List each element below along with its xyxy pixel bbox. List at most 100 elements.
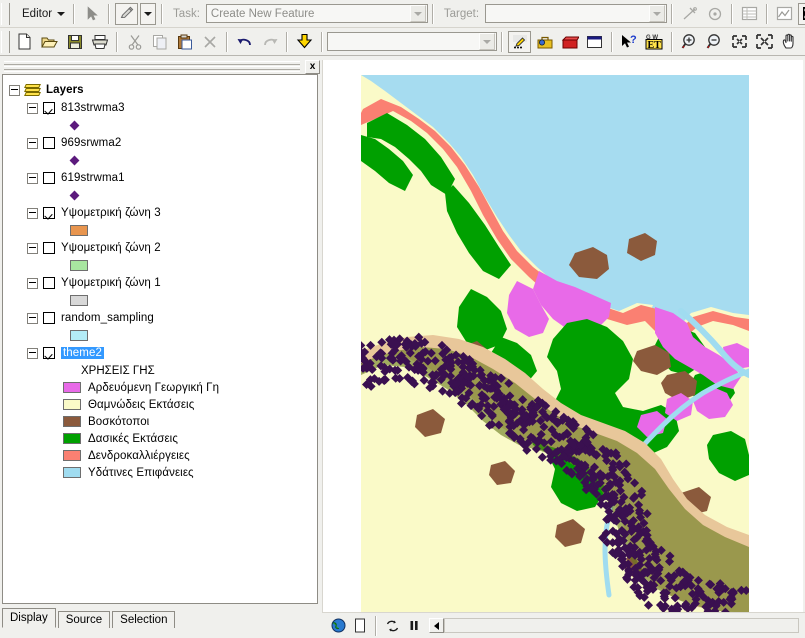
sidebar-item-random-sampling[interactable]: random_sampling — [9, 309, 317, 327]
sidebar-item-619strwma1[interactable]: 619strwma1 — [9, 169, 317, 187]
sidebar-item-zone3[interactable]: Υψομετρική ζώνη 3 — [9, 204, 317, 222]
add-data-icon — [296, 33, 313, 49]
editor-toolbar: Editor Task: Create New Feature Target: — [0, 0, 805, 28]
legend-class-shrub[interactable]: Θαμνώδεις Εκτάσεις — [9, 396, 317, 413]
copy-button[interactable] — [148, 31, 171, 53]
map-scale-combobox[interactable] — [327, 32, 497, 51]
map-canvas[interactable] — [361, 75, 749, 613]
collapse-icon[interactable] — [27, 242, 38, 254]
collapse-icon[interactable] — [9, 84, 20, 96]
fixed-zoom-out-button[interactable] — [753, 31, 776, 53]
map-view-panel[interactable] — [322, 60, 803, 613]
polygon-symbol-icon — [70, 260, 88, 271]
print-button[interactable] — [88, 31, 111, 53]
fixed-zoom-in-button[interactable] — [728, 31, 751, 53]
layer-visibility-checkbox[interactable] — [43, 102, 55, 114]
sidebar-item-zone1[interactable]: Υψομετρική ζώνη 1 — [9, 274, 317, 292]
tab-source[interactable]: Source — [57, 611, 111, 628]
save-document-button[interactable] — [63, 31, 86, 53]
legend-class-orchard[interactable]: Δενδροκαλλιέργειες — [9, 447, 317, 464]
collapse-icon[interactable] — [27, 102, 38, 114]
collapse-icon[interactable] — [27, 137, 38, 149]
svg-text:ET: ET — [647, 40, 661, 50]
horizontal-scrollbar[interactable] — [444, 618, 799, 633]
pencil-icon — [120, 6, 134, 19]
pointer-arrow-button[interactable] — [80, 3, 103, 25]
scroll-left-button[interactable] — [429, 618, 444, 633]
layer-symbol-zone3 — [9, 222, 317, 239]
sidebar-item-813strwma3[interactable]: 813strwma3 — [9, 99, 317, 117]
whats-this-help-button[interactable]: ? — [618, 31, 641, 53]
map-scale-arrow[interactable] — [479, 33, 495, 50]
sidebar-item-zone2[interactable]: Υψομετρική ζώνη 2 — [9, 239, 317, 257]
toolbar-grip[interactable] — [1, 2, 10, 25]
model-builder-button[interactable] — [558, 31, 581, 53]
toc-tree[interactable]: Layers 813strwma3 969srwma2 619strwma1 Υ… — [2, 74, 318, 604]
layer-label: Υψομετρική ζώνη 3 — [61, 207, 161, 219]
zoom-in-icon — [681, 34, 695, 49]
sidebar-item-969srwma2[interactable]: 969srwma2 — [9, 134, 317, 152]
toolbar-grip[interactable] — [1, 30, 10, 53]
tab-display[interactable]: Display — [2, 608, 56, 628]
pan-button[interactable] — [778, 31, 801, 53]
legend-class-water[interactable]: Υδάτινες Επιφάνειες — [9, 464, 317, 481]
sketch-properties-button[interactable] — [773, 3, 796, 25]
attributes-table-button[interactable] — [738, 3, 761, 25]
toc-titlebar[interactable]: x — [2, 60, 320, 75]
task-combobox-arrow[interactable] — [409, 5, 426, 22]
collapse-icon[interactable] — [27, 277, 38, 289]
collapse-icon[interactable] — [27, 312, 38, 324]
zoom-out-button[interactable] — [703, 31, 726, 53]
layer-visibility-checkbox[interactable] — [43, 277, 55, 289]
rotate-tool-button[interactable] — [703, 3, 726, 25]
refresh-view-button[interactable] — [382, 617, 402, 635]
sketch-properties-icon — [776, 6, 793, 21]
new-document-button[interactable] — [13, 31, 36, 53]
sidebar-item-theme2[interactable]: theme2 — [9, 344, 317, 362]
collapse-icon[interactable] — [27, 207, 38, 219]
collapse-icon[interactable] — [27, 172, 38, 184]
pan-hand-icon — [782, 33, 794, 49]
sketch-tool-dropdown[interactable] — [140, 2, 157, 25]
layer-visibility-checkbox[interactable] — [43, 172, 55, 184]
et-geowizards-button[interactable]: G W ET — [643, 31, 666, 53]
toc-root-layers[interactable]: Layers — [9, 81, 317, 99]
target-combobox-arrow[interactable] — [649, 5, 666, 22]
cut-button[interactable] — [123, 31, 146, 53]
zoom-in-button[interactable] — [678, 31, 701, 53]
toolbox-button[interactable] — [533, 31, 556, 53]
undo-button[interactable] — [233, 31, 256, 53]
close-icon[interactable]: x — [305, 60, 320, 74]
open-document-button[interactable] — [38, 31, 61, 53]
collapse-icon[interactable] — [27, 347, 38, 359]
sketch-tool-button[interactable] — [115, 2, 139, 25]
layer-visibility-checkbox[interactable] — [43, 207, 55, 219]
layout-view-button[interactable] — [350, 617, 370, 635]
editor-menu-button[interactable]: Editor — [13, 3, 68, 25]
layer-visibility-checkbox[interactable] — [43, 242, 55, 254]
paste-button[interactable] — [173, 31, 196, 53]
polygon-symbol-icon — [63, 433, 81, 444]
edit-sketch-grid-button[interactable] — [798, 2, 805, 25]
pause-drawing-button[interactable] — [404, 617, 424, 635]
legend-class-forest[interactable]: Δασικές Εκτάσεις — [9, 430, 317, 447]
editor-toolbar-toggle[interactable] — [508, 30, 531, 53]
legend-class-pasture[interactable]: Βοσκότοποι — [9, 413, 317, 430]
legend-class-label: Υδάτινες Επιφάνειες — [88, 466, 194, 479]
layer-visibility-checkbox[interactable] — [43, 347, 55, 359]
toc-grip[interactable] — [4, 61, 300, 75]
tab-selection[interactable]: Selection — [112, 611, 176, 628]
layer-visibility-checkbox[interactable] — [43, 312, 55, 324]
data-view-button[interactable] — [328, 617, 348, 635]
add-data-button[interactable] — [293, 31, 316, 53]
task-combobox[interactable]: Create New Feature — [205, 4, 428, 23]
command-window-button[interactable] — [583, 31, 606, 53]
target-combobox[interactable] — [485, 4, 668, 23]
split-tool-button[interactable] — [678, 3, 701, 25]
legend-heading: ΧΡΗΣΕΙΣ ΓΗΣ — [81, 364, 155, 377]
redo-button[interactable] — [258, 31, 281, 53]
toolbar-separator — [731, 3, 734, 24]
layer-visibility-checkbox[interactable] — [43, 137, 55, 149]
legend-class-irrigated[interactable]: Αρδευόμενη Γεωργική Γη — [9, 379, 317, 396]
delete-button[interactable] — [198, 31, 221, 53]
